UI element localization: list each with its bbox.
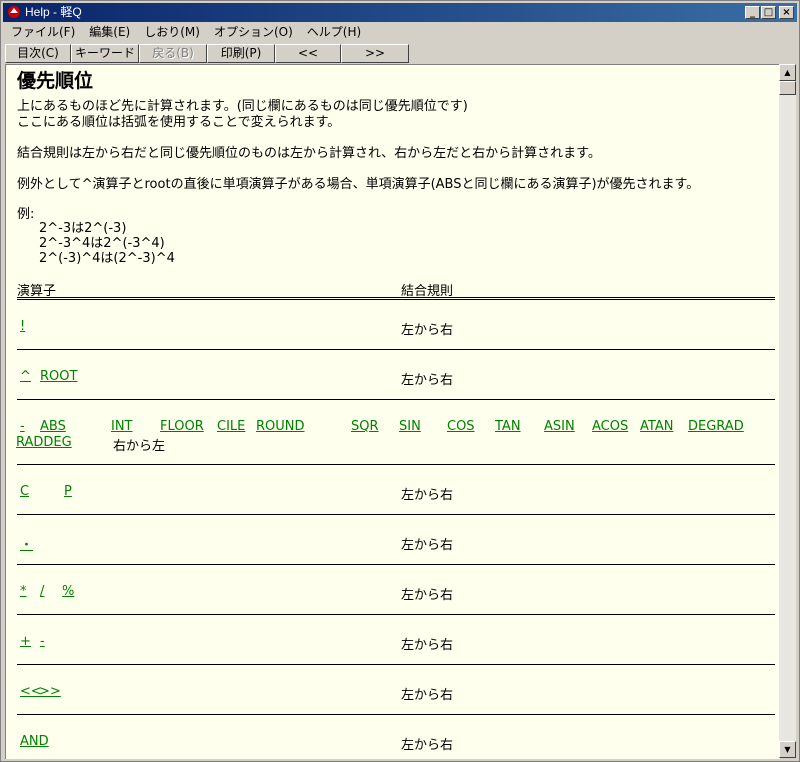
header-rule	[17, 297, 775, 298]
op-link[interactable]: ^	[20, 369, 31, 384]
op-link[interactable]: ASIN	[544, 419, 575, 434]
op-link[interactable]: *	[20, 584, 27, 599]
contents-button[interactable]: 目次(C)	[5, 44, 71, 63]
op-link[interactable]: FLOOR	[160, 419, 204, 434]
op-link[interactable]: !	[20, 319, 25, 334]
row-divider	[17, 614, 775, 615]
op-link[interactable]: SQR	[351, 419, 379, 434]
op-link[interactable]: AND	[20, 734, 49, 749]
window-title: Help - 軽Q	[25, 5, 82, 19]
menu-file[interactable]: ファイル(F)	[3, 23, 81, 42]
intro-line-1: 上にあるものほど先に計算されます。(同じ欄にあるものは同じ優先順位です)	[17, 99, 468, 114]
help-content[interactable]: 優先順位 上にあるものほど先に計算されます。(同じ欄にあるものは同じ優先順位です…	[5, 64, 780, 759]
op-link[interactable]: -	[20, 419, 25, 434]
op-link[interactable]: CILE	[217, 419, 245, 434]
close-button[interactable]: ×	[779, 6, 794, 19]
next-button[interactable]: >>	[341, 44, 409, 63]
op-link[interactable]: ACOS	[592, 419, 628, 434]
assoc-text: 結合規則は左から右だと同じ優先順位のものは左から計算され、右から左だと右から計算…	[17, 146, 601, 161]
row-divider	[17, 664, 775, 665]
scroll-thumb[interactable]	[779, 81, 796, 95]
op-link[interactable]: P	[64, 484, 72, 499]
op-link[interactable]: >>	[39, 684, 61, 699]
op-link[interactable]: INT	[111, 419, 133, 434]
op-link[interactable]: -	[40, 634, 45, 649]
prev-button[interactable]: <<	[275, 44, 341, 63]
op-link[interactable]: C	[20, 484, 29, 499]
example-2: 2^-3^4は2^(-3^4)	[39, 236, 165, 251]
minimize-button[interactable]: _	[745, 6, 760, 19]
op-link[interactable]: SIN	[399, 419, 421, 434]
keyword-button[interactable]: キーワード(I)	[71, 44, 139, 77]
op-link[interactable]: ABS	[40, 419, 66, 434]
maximize-button[interactable]: □	[761, 6, 776, 19]
row-assoc: 左から右	[401, 538, 454, 553]
row-assoc: 左から右	[401, 688, 454, 703]
scroll-down-icon[interactable]: ▼	[779, 741, 796, 758]
example-label: 例:	[17, 207, 35, 222]
app-icon	[8, 6, 20, 18]
row-divider	[17, 514, 775, 515]
row-assoc: 左から右	[401, 488, 454, 503]
op-link[interactable]: RADDEG	[16, 435, 72, 450]
row-assoc: 右から左	[113, 439, 166, 454]
menu-bookmark[interactable]: しおり(M)	[136, 23, 206, 42]
op-link[interactable]: DEGRAD	[688, 419, 744, 434]
title-bar[interactable]: Help - 軽Q _ □ ×	[3, 3, 797, 22]
intro-line-2: ここにある順位は括弧を使用することで変えられます。	[17, 115, 341, 130]
row-divider	[17, 564, 775, 565]
exception-text: 例外として^演算子とrootの直後に単項演算子がある場合、単項演算子(ABSと同…	[17, 177, 700, 192]
row-divider	[17, 714, 775, 715]
row-divider	[17, 399, 775, 400]
page-title: 優先順位	[17, 70, 94, 92]
header-rule-2	[17, 299, 775, 300]
menu-options[interactable]: オプション(O)	[206, 23, 299, 42]
row-divider	[17, 464, 775, 465]
scroll-up-icon[interactable]: ▲	[779, 64, 796, 81]
menu-bar: ファイル(F) 編集(E) しおり(M) オプション(O) ヘルプ(H)	[3, 23, 797, 42]
op-link[interactable]: ATAN	[640, 419, 673, 434]
row-assoc: 左から右	[401, 323, 454, 338]
row-assoc: 左から右	[401, 738, 454, 753]
op-link[interactable]: /	[40, 584, 44, 599]
help-window: Help - 軽Q _ □ × ファイル(F) 編集(E) しおり(M) オプション(…	[0, 0, 800, 762]
menu-help[interactable]: ヘルプ(H)	[299, 23, 367, 42]
vertical-scrollbar[interactable]: ▲ ▼	[779, 64, 796, 758]
row-divider	[17, 349, 775, 350]
row-assoc: 左から右	[401, 373, 454, 388]
row-assoc: 左から右	[401, 588, 454, 603]
op-link[interactable]: ROOT	[40, 369, 77, 384]
row-assoc: 左から右	[401, 638, 454, 653]
example-3: 2^(-3)^4は(2^-3)^4	[39, 251, 175, 266]
example-1: 2^-3は2^(-3)	[39, 221, 127, 236]
op-link[interactable]: ・	[20, 534, 33, 553]
menu-edit[interactable]: 編集(E)	[81, 23, 136, 42]
op-link[interactable]: +	[20, 634, 31, 649]
op-link[interactable]: ROUND	[256, 419, 305, 434]
op-link[interactable]: TAN	[495, 419, 521, 434]
back-button[interactable]: 戻る(B)	[139, 44, 207, 63]
print-button[interactable]: 印刷(P)	[207, 44, 275, 63]
op-link[interactable]: COS	[447, 419, 475, 434]
op-link[interactable]: %	[62, 584, 74, 599]
